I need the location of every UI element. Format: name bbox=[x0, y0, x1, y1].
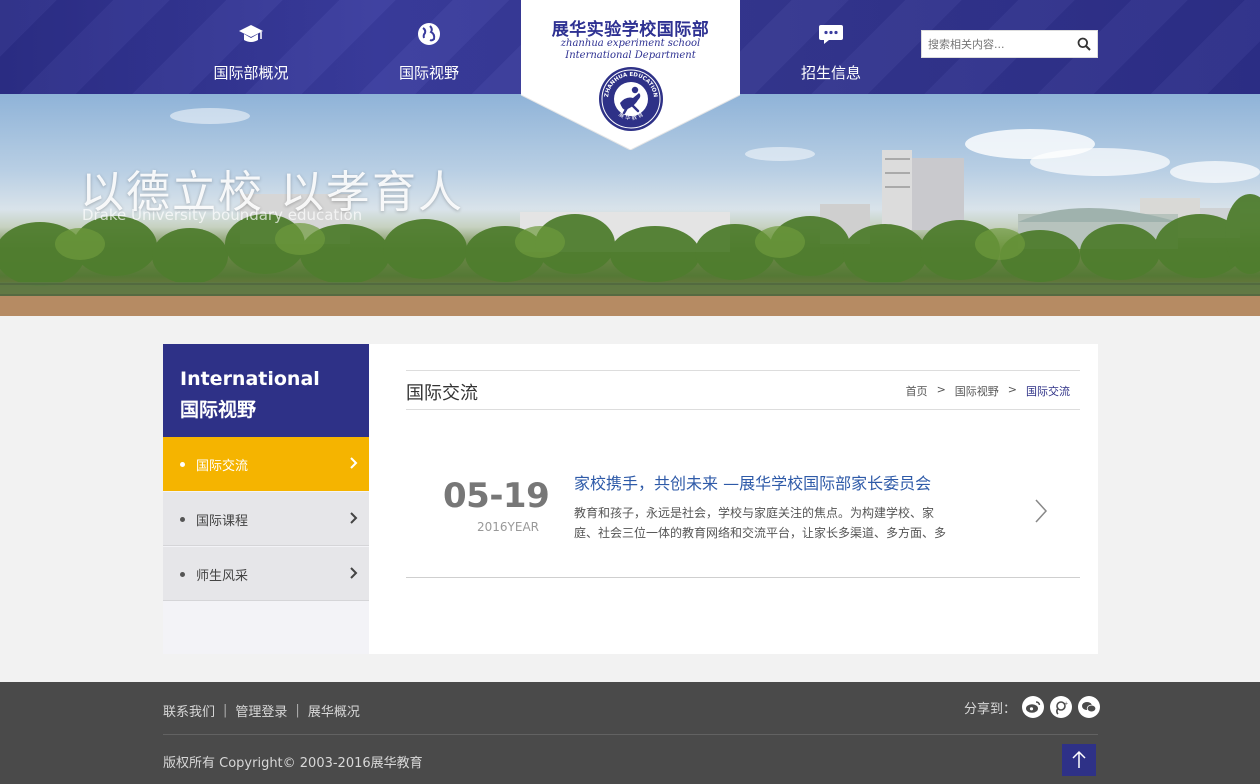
article-excerpt: 教育和孩子，永远是社会，学校与家庭关注的焦点。为构建学校、家庭、社会三位一体的教… bbox=[574, 506, 947, 540]
breadcrumb: 首页 > 国际视野 > 国际交流 bbox=[906, 383, 1070, 399]
chevron-right-icon bbox=[350, 567, 358, 579]
breadcrumb-home[interactable]: 首页 bbox=[906, 383, 928, 399]
footer-divider bbox=[163, 734, 1098, 735]
svg-text:+: + bbox=[1064, 701, 1068, 707]
footer-separator: | bbox=[295, 703, 300, 718]
search-input[interactable] bbox=[928, 31, 1068, 57]
nav-label: 国际部概况 bbox=[213, 64, 289, 82]
back-to-top-button[interactable] bbox=[1062, 744, 1096, 776]
banner-slogan-en: Drake University boundary education bbox=[82, 206, 363, 224]
nav-item-vision[interactable]: 国际视野 bbox=[364, 0, 494, 94]
nav-label: 招生信息 bbox=[800, 64, 861, 82]
article-title[interactable]: 家校携手，共创未来 —展华学校国际部家长委员会 bbox=[574, 470, 931, 494]
content-header: 国际交流 首页 > 国际视野 > 国际交流 bbox=[406, 370, 1080, 410]
tencent-weibo-icon[interactable]: + bbox=[1050, 696, 1073, 718]
footer-separator: | bbox=[223, 703, 228, 718]
chevron-right-icon bbox=[350, 457, 358, 469]
footer-link-admin-login[interactable]: 管理登录 bbox=[235, 701, 287, 720]
bullet-icon bbox=[180, 572, 185, 577]
logo-subtitle: zhanhua experiment school bbox=[560, 38, 701, 49]
chat-bubble-icon bbox=[819, 25, 843, 44]
sidebar-heading-en: International bbox=[180, 368, 320, 390]
footer-link-contact[interactable]: 联系我们 bbox=[163, 701, 215, 720]
breadcrumb-vision[interactable]: 国际视野 bbox=[955, 383, 999, 399]
sidebar-item-showcase[interactable]: 师生风采 bbox=[163, 547, 369, 601]
article-date: 05-19 bbox=[443, 476, 550, 516]
nav-label: 国际视野 bbox=[398, 64, 459, 82]
copyright: 版权所有 Copyright© 2003-2016展华教育 bbox=[163, 756, 423, 771]
breadcrumb-current[interactable]: 国际交流 bbox=[1026, 383, 1070, 399]
sidebar-heading-cn: 国际视野 bbox=[180, 399, 257, 421]
sidebar-item-label: 师生风采 bbox=[196, 569, 249, 584]
globe-icon bbox=[418, 23, 440, 45]
graduation-cap-icon bbox=[239, 25, 263, 42]
bullet-icon bbox=[180, 462, 185, 467]
sidebar-item-label: 国际交流 bbox=[196, 459, 249, 474]
footer-links: 联系我们 | 管理登录 | 展华概况 bbox=[163, 701, 360, 720]
chevron-right-icon bbox=[350, 512, 358, 524]
site-footer: 联系我们 | 管理登录 | 展华概况 分享到： + 版权所有 Copyright… bbox=[0, 682, 1260, 784]
nav-item-admissions[interactable]: 招生信息 bbox=[766, 0, 896, 94]
search-icon[interactable] bbox=[1077, 37, 1091, 51]
wechat-icon[interactable] bbox=[1078, 696, 1101, 718]
chevron-right-icon[interactable] bbox=[1034, 498, 1048, 524]
sidebar-item-label: 国际课程 bbox=[196, 514, 249, 529]
page-title: 国际交流 bbox=[406, 383, 478, 404]
search-box bbox=[921, 30, 1098, 58]
article-item[interactable]: 05-19 2016YEAR 家校携手，共创未来 —展华学校国际部家长委员会 教… bbox=[406, 410, 1080, 578]
school-logo[interactable]: 展华实验学校国际部 zhanhua experiment school Inte… bbox=[521, 0, 740, 150]
weibo-icon[interactable] bbox=[1022, 696, 1045, 718]
nav-item-overview[interactable]: 国际部概况 bbox=[186, 0, 316, 94]
article-year: 2016YEAR bbox=[477, 520, 539, 534]
main-panel: International 国际视野 国际交流 国际课程 师生风采 国际交流 首… bbox=[163, 344, 1098, 654]
breadcrumb-separator: > bbox=[1007, 383, 1017, 396]
sidebar-heading: International 国际视野 bbox=[163, 344, 369, 437]
arrow-up-icon bbox=[1072, 750, 1086, 768]
logo-title: 展华实验学校国际部 bbox=[551, 20, 710, 40]
school-emblem-icon: ZHANHUA EDUCATION 展 华 教 育 bbox=[599, 67, 663, 131]
logo-subtitle: International Department bbox=[565, 50, 696, 61]
share-label: 分享到： bbox=[964, 701, 1017, 717]
bullet-icon bbox=[180, 517, 185, 522]
share-bar: 分享到： + bbox=[964, 696, 1101, 718]
footer-link-about[interactable]: 展华概况 bbox=[308, 701, 360, 720]
breadcrumb-separator: > bbox=[936, 383, 946, 396]
sidebar: International 国际视野 国际交流 国际课程 师生风采 bbox=[163, 344, 369, 654]
sidebar-item-exchange[interactable]: 国际交流 bbox=[163, 437, 369, 491]
sidebar-item-courses[interactable]: 国际课程 bbox=[163, 492, 369, 546]
